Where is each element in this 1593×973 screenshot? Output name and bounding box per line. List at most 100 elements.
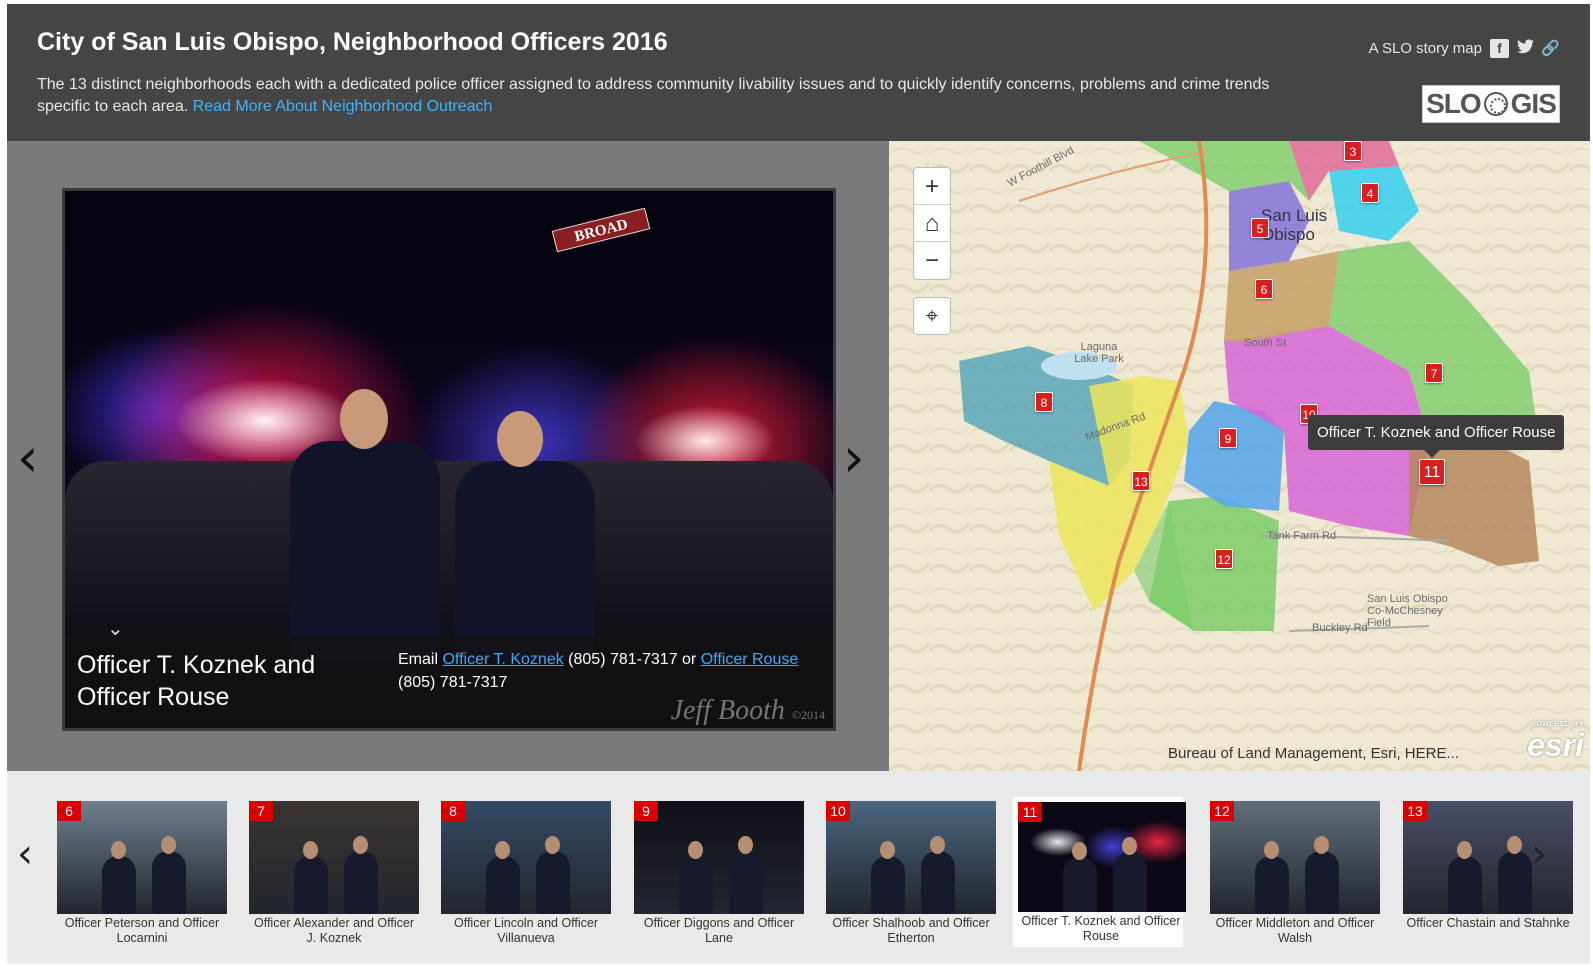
place-label: Tank Farm Rd — [1267, 530, 1337, 542]
thumbnail-8[interactable]: 8 Officer Lincoln and Officer Villanueva — [441, 801, 611, 947]
caption-bar: Officer T. Koznek and Officer Rouse Emai… — [65, 636, 833, 728]
place-label: Buckley Rd — [1312, 622, 1368, 634]
place-label: South St — [1244, 337, 1287, 349]
media-panel: ‹ BROAD ⌄ Officer T. Koznek and Officer … — [7, 141, 889, 771]
officer-figure — [152, 836, 186, 914]
street-sign: BROAD — [551, 207, 651, 253]
link-icon[interactable]: 🔗 — [1541, 39, 1560, 58]
phone1: (805) 781-7317 or — [568, 651, 697, 668]
officer-head — [1264, 841, 1279, 859]
map-marker-12[interactable]: 12 — [1215, 549, 1233, 569]
header: City of San Luis Obispo, Neighborhood Of… — [7, 4, 1590, 141]
page-description: The 13 distinct neighborhoods each with … — [37, 74, 1327, 118]
twitter-icon[interactable] — [1516, 39, 1535, 58]
officer-figure — [871, 841, 905, 914]
thumbnail-6[interactable]: 6 Officer Peterson and Officer Locarnini — [57, 801, 227, 947]
officer-photo: BROAD ⌄ Officer T. Koznek and Officer Ro… — [62, 188, 836, 731]
photographer-watermark: Jeff Booth ©2014 — [671, 695, 825, 727]
thumbnail-7[interactable]: 7 Officer Alexander and Officer J. Koznek — [249, 801, 419, 947]
map-marker-8[interactable]: 8 — [1035, 392, 1053, 412]
thumbnail-number: 9 — [634, 801, 658, 821]
carousel-prev-icon[interactable]: ‹ — [17, 831, 33, 877]
city-seal-icon — [1483, 92, 1508, 116]
map-marker-13[interactable]: 13 — [1132, 471, 1150, 491]
chevron-right-icon[interactable]: › — [843, 431, 865, 485]
map-marker-5[interactable]: 5 — [1251, 218, 1269, 238]
thumbnail-label: Officer Shalhoob and Officer Etherton — [832, 916, 990, 945]
officer-head — [1457, 841, 1472, 859]
caption-contact: Email Officer T. Koznek (805) 781-7317 o… — [398, 648, 818, 694]
esri-logo-text: esri — [1527, 727, 1584, 763]
map-marker-6[interactable]: 6 — [1255, 279, 1273, 299]
esri-logo[interactable]: POWERED BY esri — [1527, 721, 1584, 764]
thumbnail-number: 11 — [1018, 802, 1042, 822]
phone2: (805) 781-7317 — [398, 674, 508, 691]
officer-figure — [679, 841, 713, 914]
zoom-out-button[interactable]: − — [914, 242, 950, 279]
thumbnail-9[interactable]: 9 Officer Diggons and Officer Lane — [634, 801, 804, 947]
map-marker-11[interactable]: 11 — [1419, 459, 1445, 485]
officer-head — [1122, 837, 1137, 855]
facebook-icon[interactable]: f — [1490, 39, 1509, 58]
thumbnail-label: Officer Alexander and Officer J. Koznek — [253, 916, 415, 945]
officer-figure — [455, 411, 595, 661]
locate-icon[interactable]: ⌖ — [913, 297, 951, 335]
officer-figure — [536, 836, 570, 914]
officer-figure — [1448, 841, 1482, 914]
officer-figure — [290, 389, 440, 661]
officer1-email-link[interactable]: Officer T. Koznek — [442, 651, 563, 668]
officer-figure — [729, 836, 763, 914]
map-marker-4[interactable]: 4 — [1361, 183, 1379, 203]
thumbnail-10[interactable]: 10 Officer Shalhoob and Officer Etherton — [826, 801, 996, 947]
officer-head — [688, 841, 703, 859]
thumbnail-label: Officer T. Koznek and Officer Rouse — [1021, 914, 1181, 943]
thumbnail-number: 8 — [441, 801, 465, 821]
officer-head — [1314, 836, 1329, 854]
logo-text-left: SLO — [1426, 88, 1482, 119]
officer-head — [1507, 836, 1522, 854]
map-marker-7[interactable]: 7 — [1425, 363, 1443, 383]
map-attribution[interactable]: Bureau of Land Management, Esri, HERE... — [1168, 745, 1459, 762]
thumbnail-image: 7 — [249, 801, 419, 914]
officer-figure — [102, 841, 136, 914]
read-more-link[interactable]: Read More About Neighborhood Outreach — [193, 98, 493, 115]
officer-head — [1072, 842, 1087, 860]
map-marker-9[interactable]: 9 — [1219, 428, 1237, 448]
thumbnail-label: Officer Chastain and Stahnke — [1406, 916, 1570, 930]
officer-head — [303, 841, 318, 859]
officer-head — [545, 836, 560, 854]
officer2-email-link[interactable]: Officer Rouse — [701, 651, 799, 668]
chevron-left-icon[interactable]: ‹ — [17, 431, 39, 485]
officer-head — [340, 389, 388, 449]
thumbnail-13[interactable]: 13 Officer Chastain and Stahnke — [1403, 801, 1573, 947]
officer-head — [161, 836, 176, 854]
email-prefix: Email — [398, 651, 439, 668]
officer-head — [353, 836, 368, 854]
map-marker-3[interactable]: 3 — [1344, 141, 1362, 161]
thumbnail-11[interactable]: 11 Officer T. Koznek and Officer Rouse — [1013, 797, 1186, 947]
officer-head — [930, 836, 945, 854]
thumbnail-label: Officer Lincoln and Officer Villanueva — [453, 916, 599, 945]
zoom-in-button[interactable]: + — [914, 168, 950, 205]
watermark-name: Jeff Booth — [670, 695, 785, 726]
story-map-app: City of San Luis Obispo, Neighborhood Of… — [7, 4, 1590, 964]
story-map-label: A SLO story map — [1368, 40, 1482, 57]
officer-head — [111, 841, 126, 859]
carousel-next-icon[interactable]: › — [1531, 831, 1547, 877]
thumbnail-label: Officer Middleton and Officer Walsh — [1215, 916, 1375, 945]
esri-powered-by: POWERED BY — [1531, 721, 1584, 728]
thumbnail-12[interactable]: 12 Officer Middleton and Officer Walsh — [1210, 801, 1380, 947]
map-layer — [889, 141, 1590, 771]
thumbnail-image: 9 — [634, 801, 804, 914]
thumbnail-image: 13 — [1403, 801, 1573, 914]
neighborhood-map[interactable]: W Foothill Blvd Laguna Lake Park South S… — [889, 141, 1590, 771]
thumbnail-number: 13 — [1403, 801, 1427, 821]
thumbnail-image: 12 — [1210, 801, 1380, 914]
page-title: City of San Luis Obispo, Neighborhood Of… — [37, 28, 668, 56]
officer-figure — [1113, 837, 1147, 912]
home-icon[interactable]: ⌂ — [914, 205, 950, 242]
caption-title: Officer T. Koznek and Officer Rouse — [77, 651, 316, 711]
marker-tooltip: Officer T. Koznek and Officer Rouse — [1308, 415, 1565, 458]
place-label: San Luis Obispo Co-McChesney Field — [1367, 593, 1448, 629]
officer-head — [738, 836, 753, 854]
